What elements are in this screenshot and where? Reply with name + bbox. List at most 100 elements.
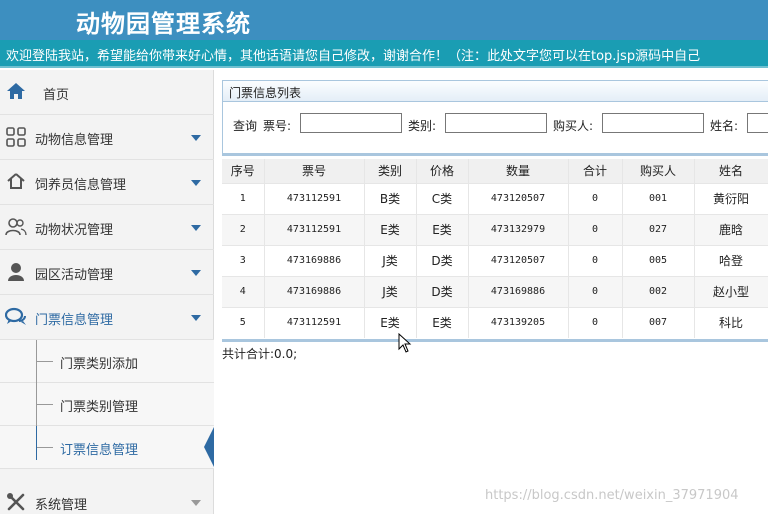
- sidebar-item-label: 饲养员信息管理: [35, 178, 127, 193]
- sidebar-item-label: 园区活动管理: [35, 268, 114, 283]
- table-row[interactable]: 3 473169886 J类 D类 473120507 0 005 哈登: [222, 244, 768, 276]
- submenu-item-label: 门票类别添加: [60, 357, 139, 372]
- sidebar-item-home[interactable]: 首页: [0, 70, 214, 115]
- comments-icon: [4, 307, 27, 329]
- sidebar-item-label: 首页: [43, 88, 70, 103]
- table-cell: B类: [364, 182, 417, 214]
- search-form: 查询 票号: 类别: 购买人: 姓名:: [222, 102, 768, 138]
- submenu-item-ticket-category-add[interactable]: 门票类别添加: [0, 340, 214, 383]
- chevron-down-icon: [191, 135, 201, 141]
- sidebar-item-label: 动物信息管理: [35, 133, 114, 148]
- system-title: 动物园管理系统: [76, 10, 251, 38]
- table-cell: 2: [222, 213, 265, 245]
- column-header: 序号: [222, 159, 265, 183]
- sidebar-item-park-activity[interactable]: 园区活动管理: [0, 250, 214, 295]
- watermark: https://blog.csdn.net/weixin_37971904: [485, 488, 739, 503]
- table-cell: 1: [222, 182, 265, 214]
- sidebar-item-label: 门票信息管理: [35, 313, 114, 328]
- table-divider: [222, 138, 768, 156]
- sidebar-item-ticket-info[interactable]: 门票信息管理: [0, 295, 214, 340]
- table-cell: D类: [416, 275, 469, 307]
- table-cell: 鹿晗: [694, 213, 768, 245]
- column-header: 数量: [468, 159, 569, 183]
- notice-text: 欢迎登陆我站，希望能给你带来好心情，其他话语请您自己修改，谢谢合作！（注：此处文…: [6, 49, 701, 64]
- name-input[interactable]: [747, 113, 768, 133]
- home-outline-icon: [5, 172, 27, 194]
- table-row[interactable]: 5 473112591 E类 E类 473139205 0 007 科比: [222, 306, 768, 338]
- wrench-icon: [5, 492, 27, 514]
- table-cell: 5: [222, 306, 265, 338]
- table-cell: 0: [568, 306, 623, 338]
- table-cell: 473139205: [468, 306, 569, 338]
- table-cell: 001: [622, 182, 695, 214]
- table-row[interactable]: 4 473169886 J类 D类 473169886 0 002 赵小型: [222, 275, 768, 307]
- ticket-no-label: 票号:: [263, 119, 292, 133]
- table-cell: 哈登: [694, 244, 768, 276]
- table-cell: 赵小型: [694, 275, 768, 307]
- table-cell: 002: [622, 275, 695, 307]
- table-cell: E类: [364, 213, 417, 245]
- table-cell: 007: [622, 306, 695, 338]
- submenu-item-ticket-category-manage[interactable]: 门票类别管理: [0, 383, 214, 426]
- current-page-marker: [204, 427, 214, 467]
- column-header: 价格: [416, 159, 469, 183]
- table-cell: 473120507: [468, 244, 569, 276]
- name-label: 姓名:: [710, 119, 739, 133]
- table-row[interactable]: 2 473112591 E类 E类 473132979 0 027 鹿晗: [222, 213, 768, 245]
- mouse-cursor-icon: [398, 333, 412, 353]
- chevron-down-icon: [191, 180, 201, 186]
- buyer-label: 购买人:: [553, 119, 594, 133]
- category-label: 类别:: [408, 119, 437, 133]
- column-header: 票号: [264, 159, 365, 183]
- category-input[interactable]: [445, 113, 547, 133]
- table-cell: 473132979: [468, 213, 569, 245]
- table-cell: J类: [364, 275, 417, 307]
- submenu-item-booking-manage[interactable]: 订票信息管理: [0, 426, 214, 469]
- table-cell: 4: [222, 275, 265, 307]
- table-bottom-border: [222, 339, 768, 342]
- table-cell: E类: [416, 306, 469, 338]
- table-cell: 3: [222, 244, 265, 276]
- sidebar: 首页 动物信息管理 饲养员信息管理 动物状况管理 园区活动管理 门票信息管理 门…: [0, 70, 214, 514]
- chevron-down-icon: [191, 500, 201, 506]
- table-cell: 0: [568, 275, 623, 307]
- tree-branch: [37, 404, 53, 405]
- table-row[interactable]: 1 473112591 B类 C类 473120507 0 001 黄衍阳: [222, 182, 768, 214]
- ticket-no-input[interactable]: [300, 113, 402, 133]
- table-cell: 473169886: [468, 275, 569, 307]
- table-cell: D类: [416, 244, 469, 276]
- top-banner: 动物园管理系统: [0, 0, 768, 40]
- chevron-down-icon: [191, 270, 201, 276]
- panel-title: 门票信息列表: [229, 86, 302, 100]
- ticket-table: 序号 票号 类别 价格 数量 合计 购买人 姓名 1 473112591 B类 …: [222, 159, 768, 338]
- sidebar-item-label: 动物状况管理: [35, 223, 114, 238]
- submenu-item-label: 订票信息管理: [60, 443, 139, 458]
- table-cell: 473112591: [264, 182, 365, 214]
- table-cell: 0: [568, 213, 623, 245]
- table-cell: 005: [622, 244, 695, 276]
- table-header-row: 序号 票号 类别 价格 数量 合计 购买人 姓名: [222, 159, 768, 183]
- column-header: 姓名: [694, 159, 768, 183]
- notice-bar: 欢迎登陆我站，希望能给你带来好心情，其他话语请您自己修改，谢谢合作！（注：此处文…: [0, 40, 768, 68]
- column-header: 购买人: [622, 159, 695, 183]
- sidebar-item-label: 系统管理: [35, 498, 88, 513]
- table-cell: 473112591: [264, 306, 365, 338]
- table-cell: 473120507: [468, 182, 569, 214]
- table-cell: 科比: [694, 306, 768, 338]
- table-cell: J类: [364, 244, 417, 276]
- total-summary: 共计合计:0.0;: [222, 347, 298, 361]
- sidebar-item-animal-status[interactable]: 动物状况管理: [0, 205, 214, 250]
- grid-icon: [5, 127, 27, 149]
- table-cell: 027: [622, 213, 695, 245]
- column-header: 类别: [364, 159, 417, 183]
- column-header: 合计: [568, 159, 623, 183]
- buyer-input[interactable]: [602, 113, 704, 133]
- sidebar-item-animal-info[interactable]: 动物信息管理: [0, 115, 214, 160]
- table-cell: 黄衍阳: [694, 182, 768, 214]
- submenu-item-label: 门票类别管理: [60, 400, 139, 415]
- chevron-down-icon: [191, 225, 201, 231]
- sidebar-item-system[interactable]: 系统管理: [0, 480, 214, 514]
- query-label: 查询: [233, 119, 258, 133]
- sidebar-item-keeper-info[interactable]: 饲养员信息管理: [0, 160, 214, 205]
- chevron-down-icon: [191, 315, 201, 321]
